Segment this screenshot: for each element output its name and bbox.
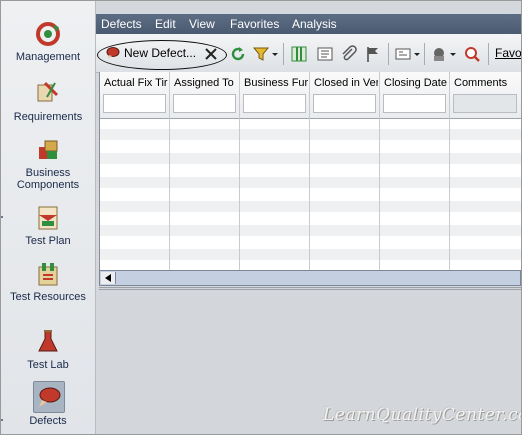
module-sidebar: Management Requirements Business Compone…: [1, 1, 96, 434]
column-filter-input[interactable]: [453, 94, 517, 113]
column-comments: Comments: [450, 72, 521, 270]
management-icon: [33, 19, 63, 49]
sidebar-item-label: Business Components: [16, 167, 80, 191]
menu-analysis[interactable]: Analysis: [292, 17, 337, 31]
flag-icon[interactable]: [364, 45, 382, 63]
delete-icon[interactable]: [202, 45, 220, 63]
menu-view[interactable]: View: [189, 17, 215, 31]
toolbar-divider: [388, 43, 389, 65]
column-closing-date: Closing Date: [380, 72, 450, 270]
column-filter-input[interactable]: [243, 94, 306, 113]
filter-icon[interactable]: [252, 45, 270, 63]
sidebar-item-label: Requirements: [13, 111, 83, 123]
sidebar-item-label: Defects: [29, 415, 67, 427]
menu-defects[interactable]: Defects: [101, 17, 142, 31]
sidebar-item-test-plan[interactable]: Test Plan: [1, 203, 95, 247]
refresh-icon[interactable]: [229, 45, 247, 63]
watermark: LearnQualityCenter.com: [323, 405, 521, 425]
chevron-down-icon[interactable]: [449, 45, 457, 63]
column-closed-in-version: Closed in Ver: [310, 72, 380, 270]
column-filter-input[interactable]: [103, 94, 166, 113]
column-header[interactable]: Closed in Ver: [314, 77, 378, 89]
new-defect-button[interactable]: New Defect...: [124, 46, 196, 60]
menu-bar: Defects Edit View Favorites Analysis: [96, 14, 521, 34]
favorites-button[interactable]: Favo: [495, 46, 521, 60]
chevron-down-icon[interactable]: [271, 45, 279, 63]
divider: [1, 216, 3, 218]
sidebar-item-test-lab[interactable]: Test Lab: [1, 327, 95, 371]
toolbar: New Defect... Favo: [96, 34, 521, 73]
sidebar-item-label: Management: [15, 51, 81, 63]
sidebar-item-label: Test Plan: [25, 235, 71, 247]
column-header[interactable]: Closing Date: [384, 77, 448, 89]
sidebar-item-business-components[interactable]: Business Components: [1, 135, 95, 191]
menu-edit[interactable]: Edit: [155, 17, 176, 31]
defects-icon: [33, 381, 65, 413]
sidebar-item-label: Test Resources: [10, 291, 86, 303]
analysis-icon[interactable]: [430, 45, 448, 63]
sidebar-item-label: Test Lab: [27, 359, 69, 371]
test-resources-icon: [33, 259, 63, 289]
scroll-left-icon[interactable]: [101, 272, 116, 284]
column-filter-input[interactable]: [173, 94, 236, 113]
application-window: Management Requirements Business Compone…: [0, 0, 522, 435]
business-components-icon: [33, 135, 63, 165]
column-header[interactable]: Business Fur: [244, 77, 308, 89]
column-header[interactable]: Comments: [454, 77, 520, 89]
find-icon[interactable]: [463, 45, 481, 63]
attachment-icon[interactable]: [340, 45, 358, 63]
chevron-down-icon[interactable]: [413, 45, 421, 63]
sidebar-item-management[interactable]: Management: [1, 19, 95, 63]
sidebar-item-requirements[interactable]: Requirements: [1, 79, 95, 123]
column-header[interactable]: Assigned To: [174, 77, 238, 89]
view-icon[interactable]: [394, 45, 412, 63]
column-assigned-to: Assigned To: [170, 72, 240, 270]
sidebar-item-defects[interactable]: Defects: [1, 381, 95, 427]
column-filter-input[interactable]: [383, 94, 446, 113]
menu-favorites[interactable]: Favorites: [230, 17, 279, 31]
toolbar-divider: [488, 43, 489, 65]
toolbar-divider: [424, 43, 425, 65]
column-business-function: Business Fur: [240, 72, 310, 270]
divider: [1, 419, 3, 421]
toolbar-divider: [283, 43, 284, 65]
defects-grid: Actual Fix Tir Assigned To Business Fur …: [99, 72, 521, 270]
new-defect-icon: [106, 46, 120, 60]
requirements-icon: [33, 79, 63, 109]
sidebar-item-test-resources[interactable]: Test Resources: [1, 259, 95, 303]
details-icon[interactable]: [316, 45, 334, 63]
columns-icon[interactable]: [290, 45, 308, 63]
test-plan-icon: [33, 203, 63, 233]
horizontal-scrollbar[interactable]: [99, 270, 521, 286]
column-header[interactable]: Actual Fix Tir: [104, 77, 168, 89]
test-lab-icon: [33, 327, 63, 357]
column-actual-fix-time: Actual Fix Tir: [100, 72, 170, 270]
column-filter-input[interactable]: [313, 94, 376, 113]
